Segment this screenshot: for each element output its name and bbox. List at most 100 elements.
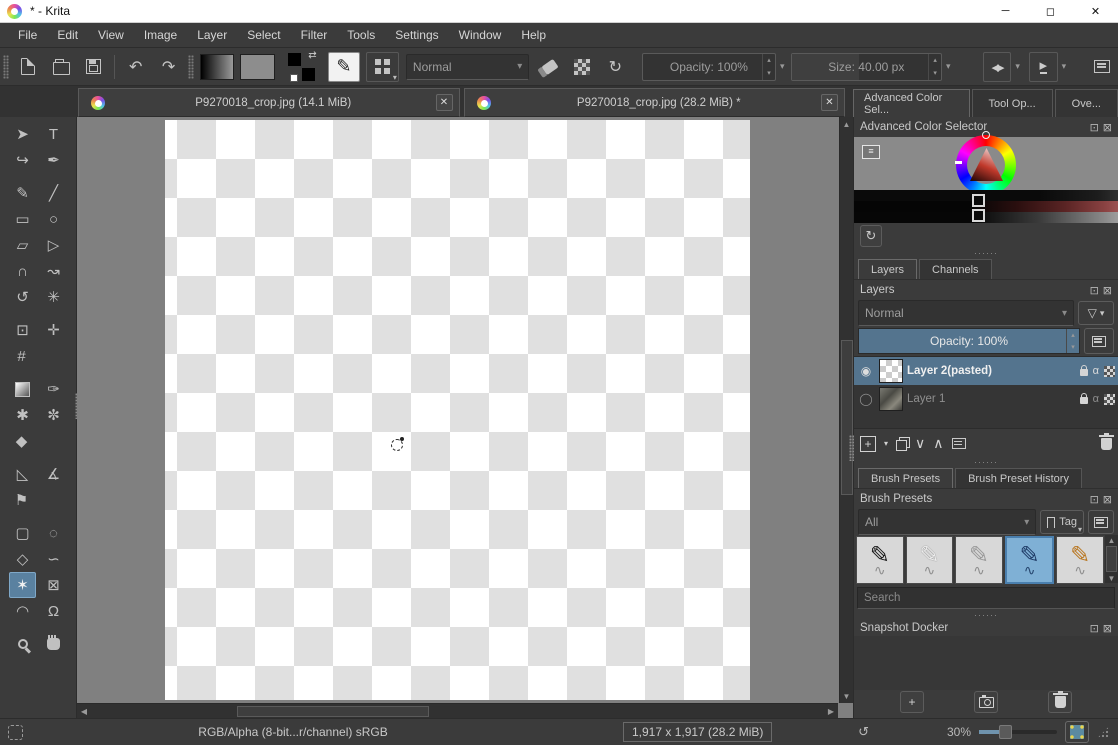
canvas-viewport[interactable]: ▲ ▼ ◀ ▶ <box>77 117 853 718</box>
spin-up-icon[interactable]: ▴ <box>929 54 941 67</box>
tool-freehand-path[interactable]: ↝ <box>40 258 67 284</box>
preserve-alpha-button[interactable] <box>569 53 596 81</box>
close-docker-icon[interactable]: ⊠ <box>1103 622 1112 635</box>
vertical-scrollbar[interactable]: ▲ ▼ <box>839 117 853 703</box>
tab-brush-preset-history[interactable]: Brush Preset History <box>955 468 1082 488</box>
layer-row-layer2[interactable]: ◉ Layer 2(pasted) α <box>854 357 1118 385</box>
brush-display-settings-button[interactable] <box>1088 510 1114 534</box>
visibility-eye-icon[interactable]: ◉ <box>857 364 875 378</box>
layer-properties-button[interactable] <box>951 438 966 449</box>
reload-preset-button[interactable]: ↻ <box>602 53 629 81</box>
tool-dynamic-brush[interactable]: ↺ <box>9 284 36 310</box>
menu-select[interactable]: Select <box>237 23 290 47</box>
reset-rotation-icon[interactable]: ↺ <box>858 724 869 740</box>
layer-opacity-spinner[interactable]: ▴ ▾ <box>1066 329 1079 353</box>
tool-reference-images[interactable]: ⚑ <box>8 487 35 513</box>
tool-similar-color-select[interactable]: ✶ <box>9 572 36 598</box>
layer-view-options-button[interactable] <box>1084 328 1114 354</box>
brush-preset-2[interactable]: ✎ ∿ <box>905 536 954 584</box>
brush-preset-4-selected[interactable]: ✎ ∿ <box>1004 536 1055 584</box>
move-layer-down-button[interactable]: ∨ <box>915 435 925 452</box>
scroll-up-arrow[interactable]: ▲ <box>1105 535 1118 545</box>
menu-file[interactable]: File <box>8 23 47 47</box>
advanced-color-selector[interactable]: ≡ <box>854 131 1118 223</box>
tool-move[interactable]: ✛ <box>40 317 67 343</box>
horizontal-scrollbar-thumb[interactable] <box>237 706 429 717</box>
brush-preset-chooser-button[interactable]: ▾ <box>366 51 399 82</box>
brush-size-slider[interactable]: Size: 40.00 px ▴ ▾ <box>790 52 943 81</box>
close-docker-icon[interactable]: ⊠ <box>1103 284 1112 297</box>
spin-down-icon[interactable]: ▾ <box>929 67 941 80</box>
close-docker-icon[interactable]: ⊠ <box>1103 121 1112 134</box>
inherit-alpha-icon[interactable] <box>1104 365 1115 377</box>
canvas-transparent-checker[interactable] <box>165 120 750 700</box>
zoom-slider[interactable] <box>979 725 1057 739</box>
lock-icon[interactable] <box>1079 393 1088 404</box>
minimize-button[interactable]: ─ <box>983 0 1028 22</box>
color-strip-1[interactable] <box>854 190 1118 201</box>
document-tab-1[interactable]: P9270018_crop.jpg (14.1 MiB) ✕ <box>78 88 460 117</box>
brush-scrollbar[interactable]: ▲ ▼ <box>1105 535 1118 583</box>
menu-window[interactable]: Window <box>449 23 512 47</box>
foreground-background-colors[interactable]: ⇄ <box>286 50 317 82</box>
menu-filter[interactable]: Filter <box>291 23 338 47</box>
layer-name[interactable]: Layer 2(pasted) <box>907 365 1076 377</box>
color-strip-2[interactable] <box>854 201 1118 212</box>
foreground-color-swatch[interactable] <box>287 52 301 66</box>
layer-thumbnail[interactable] <box>879 359 903 383</box>
tool-ellipse[interactable]: ○ <box>40 206 67 232</box>
strip-marker[interactable] <box>972 209 985 222</box>
float-docker-icon[interactable]: ⊡ <box>1090 493 1099 506</box>
spin-down-icon[interactable]: ▾ <box>1067 341 1079 353</box>
alpha-lock-icon[interactable]: α <box>1093 393 1099 405</box>
close-docker-icon[interactable]: ⊠ <box>1103 493 1112 506</box>
toolbar-drag-handle[interactable] <box>187 54 194 79</box>
docker-resize-handle[interactable]: ······ <box>854 457 1118 466</box>
opacity-options-dropdown[interactable]: ▾ <box>776 53 788 81</box>
tool-bezier-select[interactable]: ◠ <box>9 598 36 624</box>
tool-gradient[interactable] <box>9 376 36 402</box>
opacity-slider[interactable]: Opacity: 100% ▴ ▾ <box>641 52 777 81</box>
float-docker-icon[interactable]: ⊡ <box>1090 622 1099 635</box>
tab-close-button[interactable]: ✕ <box>435 94 453 111</box>
docker-resize-handle[interactable]: ······ <box>854 248 1118 257</box>
menu-image[interactable]: Image <box>134 23 187 47</box>
duplicate-layer-button[interactable] <box>896 437 908 451</box>
tab-tool-options[interactable]: Tool Op... <box>971 89 1053 117</box>
tool-zoom[interactable] <box>9 631 36 657</box>
switch-to-snapshot-button[interactable] <box>974 691 998 713</box>
tool-polygonal-select[interactable]: ◇ <box>9 546 36 572</box>
brush-search-input[interactable] <box>857 587 1115 609</box>
pattern-chooser[interactable] <box>240 53 275 80</box>
scroll-down-arrow[interactable]: ▼ <box>840 689 854 703</box>
delete-layer-button[interactable] <box>1099 432 1114 450</box>
tab-layers[interactable]: Layers <box>858 259 918 279</box>
save-button[interactable] <box>80 53 107 81</box>
tool-fill[interactable]: ◆ <box>8 428 35 454</box>
color-history-strips[interactable] <box>854 190 1118 223</box>
tab-close-button[interactable]: ✕ <box>821 94 838 111</box>
spin-down-icon[interactable]: ▾ <box>763 67 775 80</box>
tab-advanced-color-selector[interactable]: Advanced Color Sel... <box>853 89 970 117</box>
opacity-spinner[interactable]: ▴ ▾ <box>762 53 775 80</box>
tool-assistants[interactable]: ◺ <box>9 461 36 487</box>
tool-bezier-curve[interactable]: ∩ <box>9 258 36 284</box>
menu-view[interactable]: View <box>88 23 134 47</box>
tool-freehand-select[interactable]: ∽ <box>40 546 67 572</box>
layer-row-layer1[interactable]: ◯ Layer 1 α <box>854 385 1118 413</box>
scroll-up-arrow[interactable]: ▲ <box>840 117 854 131</box>
menu-tools[interactable]: Tools <box>337 23 385 47</box>
create-snapshot-button[interactable]: + <box>900 691 924 713</box>
menu-settings[interactable]: Settings <box>385 23 448 47</box>
maximize-button[interactable]: ◻ <box>1028 0 1073 22</box>
size-spinner[interactable]: ▴ ▾ <box>928 53 941 80</box>
brush-scrollbar-thumb[interactable] <box>1106 546 1117 572</box>
hue-ring[interactable] <box>955 131 1016 195</box>
zoom-slider-thumb[interactable] <box>999 725 1013 739</box>
tool-crop[interactable]: # <box>8 343 35 369</box>
selection-display-mode-icon[interactable] <box>8 724 23 740</box>
brush-preset-5[interactable]: ✎ ∿ <box>1056 536 1104 584</box>
tool-rectangular-select[interactable]: ▢ <box>9 520 36 546</box>
gradient-chooser[interactable] <box>199 53 235 80</box>
tool-polyline[interactable]: ▷ <box>40 232 67 258</box>
